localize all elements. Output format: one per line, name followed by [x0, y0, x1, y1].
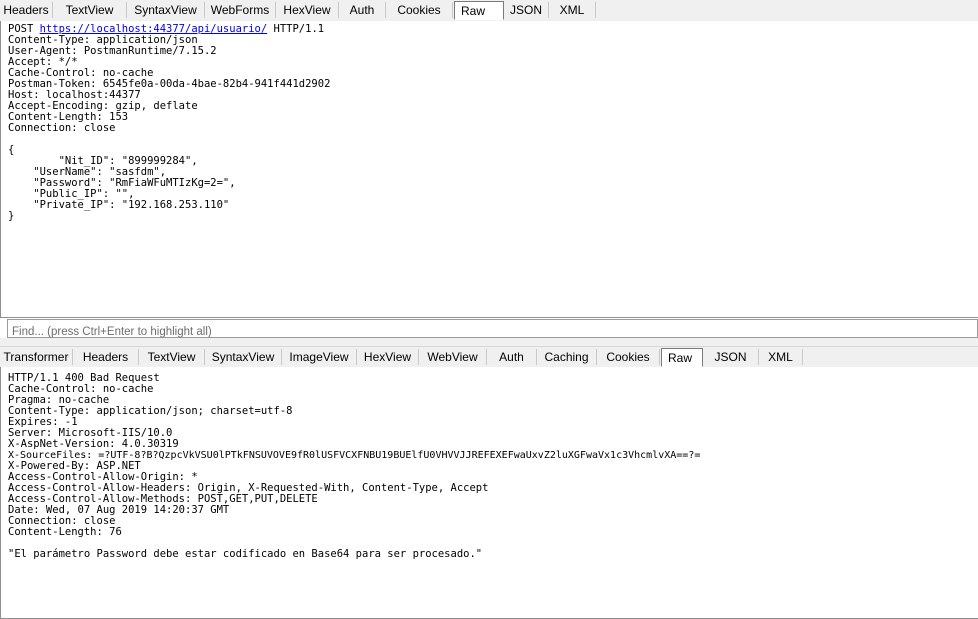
request-body-line: "Password": "RmFiaWFuMTIzKg=2=",	[8, 177, 236, 189]
tab-request-textview[interactable]: TextView	[53, 2, 127, 18]
find-bar	[7, 319, 978, 341]
request-body-line: }	[8, 210, 15, 222]
request-header-line: Accept: */*	[8, 56, 78, 68]
tab-response-headers[interactable]: Headers	[73, 349, 139, 365]
tab-request-webforms[interactable]: WebForms	[205, 2, 276, 18]
tab-request-json[interactable]: JSON	[504, 2, 549, 18]
request-header-line: Connection: close	[8, 122, 116, 134]
response-header-line: X-SourceFiles: =?UTF-8?B?QzpcVkVSU0lPTkF…	[8, 450, 701, 461]
request-tab-bar: Headers TextView SyntaxView WebForms Hex…	[0, 0, 978, 22]
request-raw-pane[interactable]: POST https://localhost:44377/api/usuario…	[0, 21, 978, 318]
request-raw-text[interactable]: POST https://localhost:44377/api/usuario…	[1, 21, 978, 222]
response-header-line: X-AspNet-Version: 4.0.30319	[8, 438, 179, 450]
request-header-line: Accept-Encoding: gzip, deflate	[8, 100, 198, 112]
tab-request-raw[interactable]: Raw	[454, 1, 504, 20]
tab-response-textview[interactable]: TextView	[139, 349, 205, 365]
tab-request-cookies[interactable]: Cookies	[386, 2, 453, 18]
response-header-line: Content-Type: application/json; charset=…	[8, 405, 293, 417]
response-header-line: Cache-Control: no-cache	[8, 383, 154, 395]
response-tab-bar: Transformer Headers TextView SyntaxView …	[0, 346, 978, 369]
request-header-line: Postman-Token: 6545fe0a-00da-4bae-82b4-9…	[8, 78, 331, 90]
tab-response-transformer[interactable]: Transformer	[0, 349, 73, 365]
tab-response-xml[interactable]: XML	[759, 349, 803, 365]
tab-response-json[interactable]: JSON	[703, 349, 759, 365]
response-header-line: Date: Wed, 07 Aug 2019 14:20:37 GMT	[8, 504, 230, 516]
response-raw-text[interactable]: HTTP/1.1 400 Bad Request Cache-Control: n…	[1, 367, 978, 560]
request-header-line: User-Agent: PostmanRuntime/7.15.2	[8, 45, 217, 57]
tab-response-imageview[interactable]: ImageView	[282, 349, 357, 365]
response-status-line: HTTP/1.1 400 Bad Request	[8, 372, 160, 384]
pane-splitter[interactable]	[0, 338, 978, 346]
tab-request-headers[interactable]: Headers	[0, 2, 53, 18]
response-raw-pane[interactable]: HTTP/1.1 400 Bad Request Cache-Control: n…	[0, 367, 978, 619]
tab-request-syntaxview[interactable]: SyntaxView	[127, 2, 205, 18]
tab-response-webview[interactable]: WebView	[419, 349, 487, 365]
tab-response-cookies[interactable]: Cookies	[597, 349, 660, 365]
request-protocol: HTTP/1.1	[267, 23, 325, 35]
tab-response-hexview[interactable]: HexView	[357, 349, 419, 365]
tab-response-syntaxview[interactable]: SyntaxView	[205, 349, 282, 365]
request-body-line: "Private_IP": "192.168.253.110"	[8, 199, 230, 211]
request-blank-line	[8, 134, 978, 145]
response-header-line: Content-Length: 76	[8, 526, 122, 538]
response-body-line: "El parámetro Password debe estar codifi…	[8, 548, 483, 560]
tab-response-caching[interactable]: Caching	[537, 349, 597, 365]
request-header-line: Content-Length: 153	[8, 111, 129, 123]
tab-response-raw[interactable]: Raw	[661, 348, 703, 367]
tab-request-xml[interactable]: XML	[549, 2, 596, 18]
tab-request-auth[interactable]: Auth	[339, 2, 386, 18]
tab-response-auth[interactable]: Auth	[487, 349, 537, 365]
response-header-line: Connection: close	[8, 515, 116, 527]
tab-request-hexview[interactable]: HexView	[276, 2, 339, 18]
